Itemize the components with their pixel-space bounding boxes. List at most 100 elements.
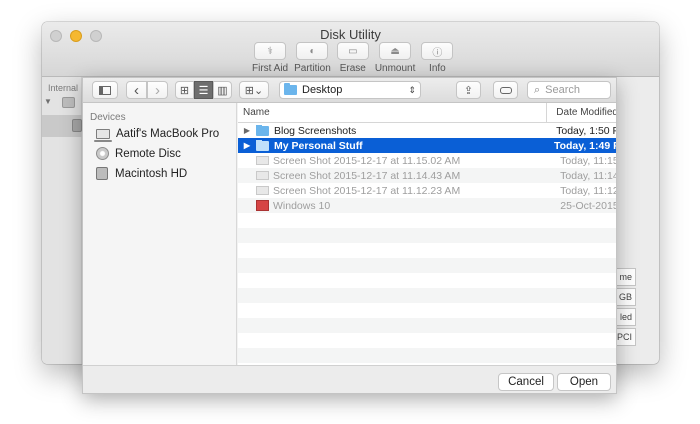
table-row[interactable]: Windows 10 25-Oct-2015 xyxy=(238,198,617,213)
search-input[interactable]: ⌕ Search xyxy=(527,81,611,99)
empty-row xyxy=(238,348,616,363)
share-button[interactable]: ⇪ xyxy=(456,81,481,99)
table-row[interactable]: Screen Shot 2015-12-17 at 11.15.02 AM Tod… xyxy=(238,153,617,168)
partition-label: Partition xyxy=(294,63,331,74)
first-aid-button[interactable]: ⚕ First Aid xyxy=(252,42,288,74)
row-name: Screen Shot 2015-12-17 at 11.12.23 AM xyxy=(273,184,461,197)
list-header: Name Date Modified xyxy=(238,103,616,123)
disk-utility-toolbar: ⚕ First Aid ◐ Partition ▭ Erase ⏏ Unmoun… xyxy=(252,42,459,74)
row-date: Today, 11:12 xyxy=(560,184,617,197)
empty-row xyxy=(238,213,616,228)
sidebar-toggle-icon xyxy=(99,85,111,95)
sidebar-header-devices: Devices xyxy=(90,112,126,123)
volume-icon xyxy=(72,119,82,132)
unmount-icon: ⏏ xyxy=(379,42,412,60)
unmount-label: Unmount xyxy=(374,63,416,74)
disk-icon[interactable] xyxy=(62,97,75,108)
row-name: Screen Shot 2015-12-17 at 11.15.02 AM xyxy=(273,154,461,167)
location-popup[interactable]: Desktop ⇕ xyxy=(279,81,421,99)
disclosure-triangle-icon[interactable]: ▶ xyxy=(240,126,254,135)
forward-button[interactable]: › xyxy=(147,81,168,99)
row-date: 25-Oct-2015 xyxy=(560,199,617,212)
erase-button[interactable]: ▭ Erase xyxy=(336,42,369,74)
info-fragment: PCI xyxy=(616,328,636,346)
table-row[interactable]: Screen Shot 2015-12-17 at 11.12.23 AM Tod… xyxy=(238,183,617,198)
window-title: Disk Utility xyxy=(320,27,381,42)
tag-icon xyxy=(499,86,512,94)
info-fragment: led xyxy=(616,308,636,326)
disk-utility-sidebar: Internal ▼ xyxy=(42,77,82,364)
tags-button[interactable] xyxy=(493,81,518,99)
erase-icon: ▭ xyxy=(336,42,369,60)
folder-icon xyxy=(256,124,269,136)
back-button[interactable]: ‹ xyxy=(126,81,147,99)
list-view-button[interactable]: ☰ xyxy=(194,81,213,99)
empty-row xyxy=(238,228,616,243)
updown-arrows-icon: ⇕ xyxy=(408,85,416,95)
laptop-icon xyxy=(94,128,112,142)
arrange-menu-button[interactable]: ⊞⌄ xyxy=(239,81,269,99)
open-file-dialog: ‹ › ⊞ ☰ ▥ ⊞⌄ Desktop ⇕ ⇪ ⌕ Search Device… xyxy=(82,77,617,394)
empty-row xyxy=(238,318,616,333)
row-name: Screen Shot 2015-12-17 at 11.14.43 AM xyxy=(273,169,461,182)
empty-row xyxy=(238,243,616,258)
list-icon: ☰ xyxy=(198,84,209,97)
row-name-cell: ▶ Blog Screenshots xyxy=(238,124,548,137)
info-fragment: me xyxy=(616,268,636,286)
disclosure-triangle-icon[interactable]: ▼ xyxy=(44,97,52,106)
sidebar-item-label: Remote Disc xyxy=(115,147,181,160)
empty-row xyxy=(238,273,616,288)
open-button[interactable]: Open xyxy=(557,373,611,391)
row-name-cell: Screen Shot 2015-12-17 at 11.15.02 AM xyxy=(238,155,552,167)
row-name-cell: ▶ My Personal Stuff xyxy=(238,139,546,152)
info-button[interactable]: ⓘ Info xyxy=(421,42,454,74)
disc-icon xyxy=(96,147,109,160)
image-file-icon xyxy=(256,156,269,165)
share-icon: ⇪ xyxy=(463,84,474,97)
location-label: Desktop xyxy=(302,84,343,96)
disclosure-triangle-icon[interactable]: ▶ xyxy=(240,141,254,150)
column-view-button[interactable]: ▥ xyxy=(213,81,232,99)
icon-view-button[interactable]: ⊞ xyxy=(175,81,194,99)
image-file-icon xyxy=(256,186,269,195)
cancel-button[interactable]: Cancel xyxy=(498,373,554,391)
sidebar-section-internal: Internal xyxy=(48,83,79,93)
chevron-right-icon: › xyxy=(155,81,160,99)
pdf-file-icon xyxy=(256,200,269,211)
arrange-icon: ⊞⌄ xyxy=(244,84,264,97)
empty-row xyxy=(238,333,616,348)
folder-icon xyxy=(284,83,297,95)
info-label: Info xyxy=(429,63,446,74)
empty-row xyxy=(238,258,616,273)
info-icon: ⓘ xyxy=(421,42,454,60)
unmount-button[interactable]: ⏏ Unmount xyxy=(374,42,416,74)
table-row[interactable]: Screen Shot 2015-12-17 at 11.14.43 AM Tod… xyxy=(238,168,617,183)
stethoscope-icon: ⚕ xyxy=(254,42,287,60)
dialog-toolbar: ‹ › ⊞ ☰ ▥ ⊞⌄ Desktop ⇕ ⇪ ⌕ Search xyxy=(83,78,616,103)
window-titlebar: Disk Utility ⚕ First Aid ◐ Partition ▭ E… xyxy=(42,22,659,77)
dialog-button-bar: Cancel Open xyxy=(83,365,616,393)
sidebar-item-remote-disc[interactable]: Remote Disc xyxy=(96,145,181,162)
table-row[interactable]: ▶ My Personal Stuff Today, 1:49 P xyxy=(238,138,617,153)
sidebar-toggle-button[interactable] xyxy=(92,81,118,99)
row-date: Today, 1:50 P xyxy=(556,124,617,137)
first-aid-label: First Aid xyxy=(252,63,289,74)
search-icon: ⌕ xyxy=(534,83,541,96)
file-rows: ▶ Blog Screenshots Today, 1:50 P ▶ My Person… xyxy=(238,123,617,363)
hard-drive-icon xyxy=(96,167,108,180)
empty-row xyxy=(238,303,616,318)
partition-button[interactable]: ◐ Partition xyxy=(294,42,331,74)
folder-icon xyxy=(256,139,269,151)
column-header-name[interactable]: Name xyxy=(238,103,548,122)
table-row[interactable]: ▶ Blog Screenshots Today, 1:50 P xyxy=(238,123,617,138)
row-date: Today, 11:15 xyxy=(560,154,617,167)
row-date: Today, 1:49 P xyxy=(553,139,617,152)
erase-label: Erase xyxy=(339,63,366,74)
row-date: Today, 11:14 xyxy=(560,169,617,182)
info-fragment: GB xyxy=(616,288,636,306)
row-name: Blog Screenshots xyxy=(274,124,357,137)
sidebar-item-macbook[interactable]: Aatif's MacBook Pro xyxy=(94,125,219,142)
row-name-cell: Screen Shot 2015-12-17 at 11.12.23 AM xyxy=(238,185,552,197)
column-header-date-modified[interactable]: Date Modified xyxy=(547,103,616,122)
sidebar-item-macintosh-hd[interactable]: Macintosh HD xyxy=(96,165,187,182)
